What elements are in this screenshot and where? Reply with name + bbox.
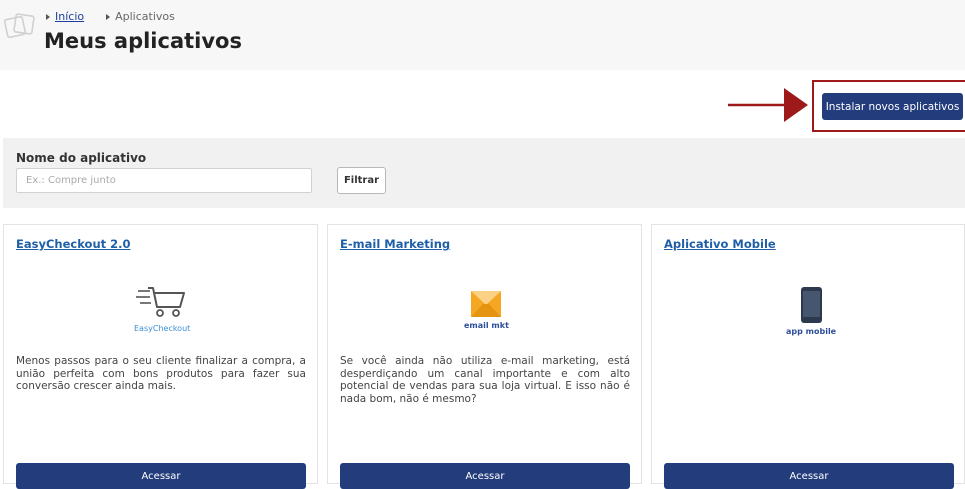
app-logo: email mkt xyxy=(464,285,509,330)
envelope-icon xyxy=(464,285,509,319)
app-description: Menos passos para o seu cliente finaliza… xyxy=(16,355,306,392)
apps-icon xyxy=(3,11,37,47)
app-title-link[interactable]: E-mail Marketing xyxy=(340,237,450,251)
app-card-easycheckout: EasyCheckout 2.0 EasyCheckout Menos pass… xyxy=(3,224,318,489)
app-logo: EasyCheckout xyxy=(134,285,190,333)
caret-right-icon xyxy=(106,13,111,20)
access-button[interactable]: Acessar xyxy=(340,463,630,489)
access-button[interactable]: Acessar xyxy=(664,463,954,489)
filter-label: Nome do aplicativo xyxy=(16,151,147,165)
install-apps-button[interactable]: Instalar novos aplicativos xyxy=(822,93,963,120)
app-card-mobile: Aplicativo Mobile app mobile Acessar xyxy=(651,224,965,489)
caret-right-icon xyxy=(46,13,50,20)
app-logo-caption: email mkt xyxy=(464,321,509,330)
smartphone-icon xyxy=(786,285,836,325)
breadcrumb-current: Aplicativos xyxy=(106,10,175,23)
app-title-link[interactable]: EasyCheckout 2.0 xyxy=(16,237,131,251)
breadcrumb-home-link[interactable]: Início xyxy=(55,10,84,23)
access-button[interactable]: Acessar xyxy=(16,463,306,489)
page-title: Meus aplicativos xyxy=(44,29,242,53)
breadcrumb: Início Aplicativos xyxy=(46,10,175,23)
arrow-right-icon xyxy=(728,87,808,127)
app-logo-caption: app mobile xyxy=(786,327,837,336)
app-logo-caption: EasyCheckout xyxy=(134,324,191,333)
shopping-cart-icon xyxy=(134,287,188,323)
app-description: Se você ainda não utiliza e-mail marketi… xyxy=(340,355,630,405)
app-name-input[interactable] xyxy=(16,168,312,193)
app-card-email-marketing: E-mail Marketing email mkt Se você ainda… xyxy=(327,224,642,489)
app-logo: app mobile xyxy=(786,285,836,336)
page-header: Início Aplicativos Meus aplicativos xyxy=(0,0,965,70)
app-title-link[interactable]: Aplicativo Mobile xyxy=(664,237,776,251)
breadcrumb-home: Início xyxy=(46,10,84,23)
breadcrumb-current-label: Aplicativos xyxy=(115,10,175,23)
filter-button[interactable]: Filtrar xyxy=(337,167,386,194)
